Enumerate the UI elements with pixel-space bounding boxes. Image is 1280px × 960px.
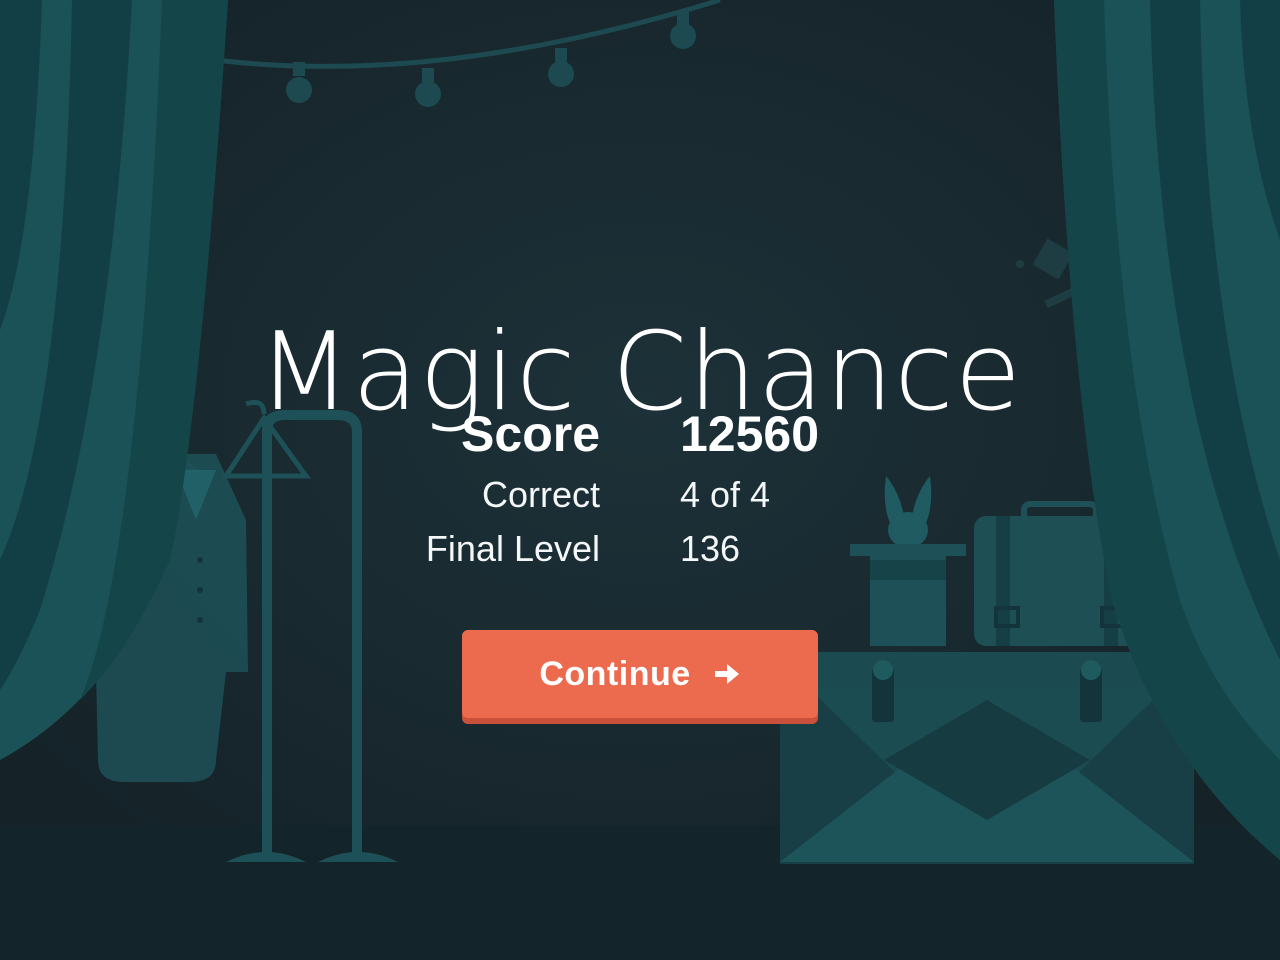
game-stage: Magic Chance Score 12560 Correct 4 of 4 … (0, 0, 1280, 960)
continue-button[interactable]: Continue (462, 630, 818, 718)
final-level-value: 136 (680, 528, 741, 569)
continue-label: Continue (539, 654, 691, 693)
correct-label: Correct (481, 474, 600, 515)
final-level-label: Final Level (425, 528, 600, 569)
score-row: Score 12560 (0, 400, 1280, 468)
arrow-right-icon (714, 664, 739, 684)
correct-row: Correct 4 of 4 (0, 468, 1280, 522)
score-label: Score (461, 406, 600, 462)
final-level-row: Final Level 136 (0, 522, 1280, 576)
score-value: 12560 (680, 406, 820, 462)
results-panel: Score 12560 Correct 4 of 4 Final Level 1… (0, 400, 1280, 576)
magic-trunk (780, 652, 1194, 864)
correct-value: 4 of 4 (680, 474, 771, 515)
